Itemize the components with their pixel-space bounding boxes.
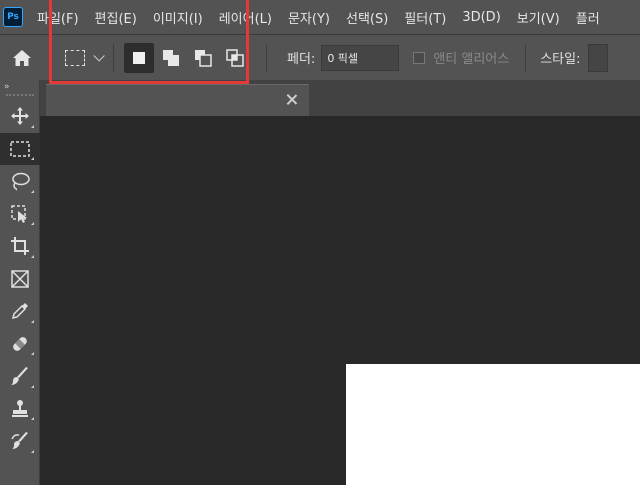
tool-flyout-indicator	[31, 222, 34, 225]
rectangular-marquee-icon	[10, 141, 30, 157]
tool-flyout-indicator	[31, 189, 34, 193]
new-selection-icon	[133, 51, 145, 64]
tool-flyout-indicator	[31, 124, 34, 128]
eyedropper-icon	[11, 303, 28, 320]
tool-object-selection[interactable]	[0, 198, 40, 231]
tool-eyedropper[interactable]	[0, 295, 40, 328]
toolbar-grip[interactable]: »	[0, 80, 39, 100]
tool-rectangular-marquee[interactable]	[0, 132, 40, 165]
tool-clone-stamp[interactable]	[0, 393, 40, 426]
frame-icon	[11, 270, 29, 288]
object-selection-icon	[11, 205, 27, 223]
divider	[50, 43, 51, 72]
canvas-area[interactable]	[40, 116, 640, 485]
subtract-from-selection-icon	[195, 49, 212, 67]
document-tab[interactable]	[46, 84, 309, 116]
tool-flyout-indicator	[31, 157, 34, 160]
crop-icon	[11, 237, 29, 256]
photoshop-logo[interactable]: Ps	[3, 7, 23, 27]
menu-filter[interactable]: 필터(T)	[404, 8, 446, 27]
history-brush-icon	[11, 432, 28, 450]
menu-plugins[interactable]: 플러	[576, 8, 600, 27]
menu-image[interactable]: 이미지(I)	[153, 8, 203, 27]
style-label: 스타일:	[540, 52, 581, 67]
tool-flyout-indicator	[31, 449, 34, 453]
feather-label: 페더:	[287, 52, 316, 67]
intersect-selection-icon	[226, 48, 244, 67]
brush-icon	[11, 367, 28, 386]
menu-edit[interactable]: 편집(E)	[95, 8, 137, 27]
tools-panel: »	[0, 80, 40, 485]
tool-healing-brush[interactable]	[0, 328, 40, 361]
divider	[113, 43, 114, 72]
tool-move[interactable]	[0, 100, 40, 133]
divider	[266, 43, 267, 72]
tool-flyout-indicator	[31, 417, 34, 420]
lasso-icon	[12, 173, 30, 191]
menu-type[interactable]: 문자(Y)	[288, 8, 330, 27]
move-icon	[11, 107, 29, 126]
tool-flyout-indicator	[31, 352, 34, 355]
menu-select[interactable]: 선택(S)	[346, 8, 388, 27]
clone-stamp-icon	[12, 399, 28, 417]
options-bar: 페더: 0 픽셀 앤티 앨리어스 스타일:	[0, 34, 640, 80]
menu-3d[interactable]: 3D(D)	[462, 10, 500, 25]
tool-lasso[interactable]	[0, 165, 40, 198]
divider	[525, 43, 527, 72]
intersect-selection-button[interactable]	[220, 43, 250, 73]
tool-history-brush[interactable]	[0, 425, 40, 458]
style-select[interactable]	[588, 43, 609, 72]
home-button[interactable]	[0, 35, 44, 81]
tool-frame[interactable]	[0, 263, 40, 296]
add-to-selection-button[interactable]	[156, 43, 186, 73]
new-selection-button[interactable]	[124, 42, 154, 73]
home-icon	[13, 49, 31, 66]
antialias-checkbox[interactable]	[413, 51, 426, 64]
healing-brush-icon	[13, 336, 27, 351]
antialias-label: 앤티 앨리어스	[433, 52, 510, 67]
menu-layer[interactable]: 레이어(L)	[219, 8, 272, 27]
rectangular-marquee-icon	[65, 49, 85, 66]
selection-mode-group	[124, 42, 252, 73]
add-to-selection-icon	[163, 49, 179, 66]
tool-preset-picker[interactable]	[65, 49, 105, 66]
expand-toolbar-icon[interactable]: »	[4, 83, 10, 92]
menu-bar: Ps 파일(F) 편집(E) 이미지(I) 레이어(L) 문자(Y) 선택(S)…	[0, 0, 640, 34]
tool-flyout-indicator	[31, 384, 34, 388]
tool-flyout-indicator	[31, 254, 34, 258]
drag-handle[interactable]	[5, 94, 34, 97]
menu-file[interactable]: 파일(F)	[37, 8, 79, 27]
feather-input[interactable]: 0 픽셀	[321, 44, 400, 71]
tool-flyout-indicator	[31, 319, 34, 323]
menu-view[interactable]: 보기(V)	[517, 8, 560, 27]
chevron-down-icon	[93, 49, 105, 62]
tool-crop[interactable]	[0, 230, 40, 263]
subtract-from-selection-button[interactable]	[188, 43, 218, 73]
close-icon[interactable]	[285, 93, 299, 107]
document-canvas[interactable]	[346, 364, 640, 485]
tool-brush[interactable]	[0, 360, 40, 393]
document-tab-bar	[40, 80, 640, 116]
